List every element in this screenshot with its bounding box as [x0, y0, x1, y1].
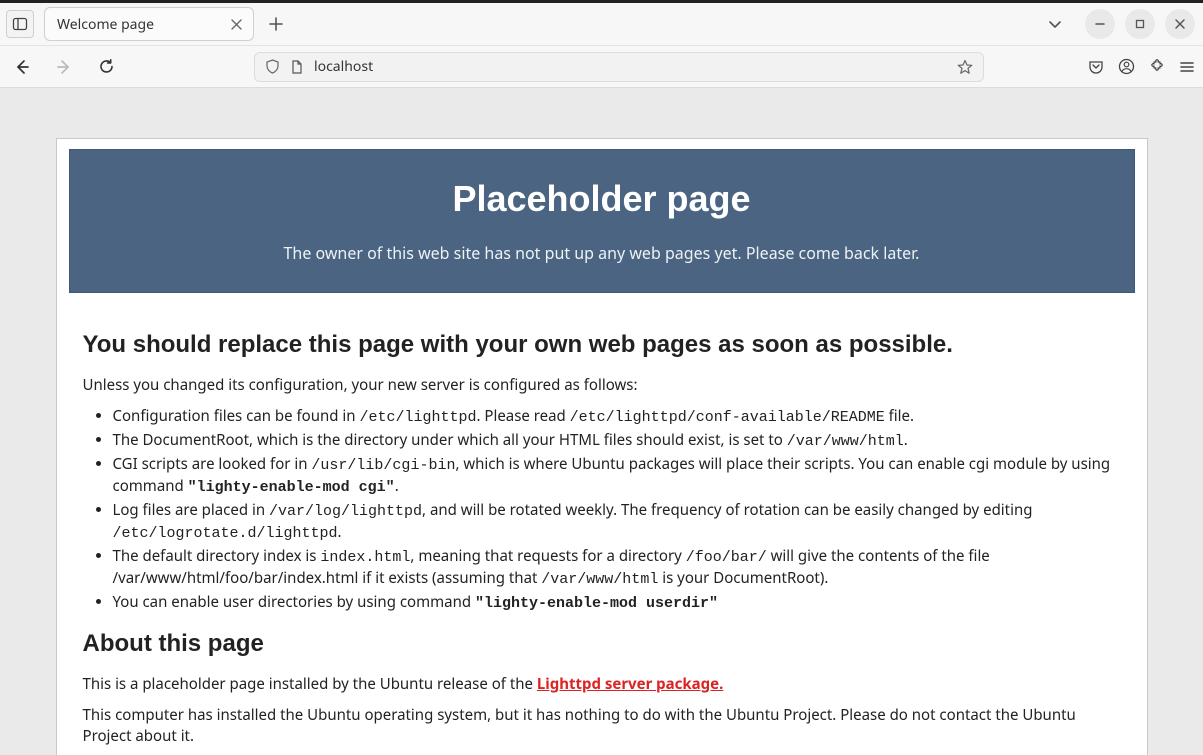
banner: Placeholder page The owner of this web s…	[69, 149, 1135, 293]
pocket-icon	[1088, 59, 1104, 75]
chevron-down-icon	[1048, 17, 1062, 31]
back-button[interactable]	[8, 53, 36, 81]
address-bar: localhost	[0, 46, 1203, 88]
minimize-icon	[1094, 18, 1106, 30]
plus-icon	[269, 17, 283, 31]
about-paragraph: This is a placeholder page installed by …	[83, 674, 1121, 695]
section-heading: About this page	[83, 630, 1121, 658]
lighttpd-link[interactable]: Lighttpd server package.	[537, 674, 723, 694]
url-text: localhost	[314, 57, 947, 76]
url-bar[interactable]: localhost	[254, 52, 984, 82]
window-close-button[interactable]	[1165, 9, 1195, 39]
maximize-icon	[1134, 18, 1146, 30]
tab-title: Welcome page	[57, 15, 154, 34]
app-menu-button[interactable]	[1179, 59, 1195, 75]
content: You should replace this page with your o…	[69, 293, 1135, 755]
hamburger-icon	[1179, 59, 1195, 75]
tab-close-button[interactable]	[227, 15, 245, 33]
arrow-right-icon	[55, 58, 73, 76]
extensions-icon	[1149, 59, 1165, 75]
bookmark-button[interactable]	[957, 59, 973, 75]
close-icon	[1174, 18, 1186, 30]
panel-icon	[12, 16, 28, 32]
about-paragraph: This computer has installed the Ubuntu o…	[83, 705, 1121, 747]
window-maximize-button[interactable]	[1125, 9, 1155, 39]
pocket-button[interactable]	[1088, 59, 1104, 75]
config-list: Configuration files can be found in /etc…	[113, 406, 1121, 614]
list-item: Configuration files can be found in /etc…	[113, 406, 1121, 428]
banner-title: Placeholder page	[90, 178, 1114, 220]
titlebar: Welcome page	[0, 0, 1203, 46]
section-heading: You should replace this page with your o…	[83, 331, 1121, 359]
firefox-view-button[interactable]	[6, 10, 34, 38]
page-icon	[290, 60, 304, 74]
account-button[interactable]	[1118, 58, 1135, 75]
list-item: Log files are placed in /var/log/lighttp…	[113, 500, 1121, 544]
arrow-left-icon	[13, 58, 31, 76]
forward-button[interactable]	[50, 53, 78, 81]
window-minimize-button[interactable]	[1085, 9, 1115, 39]
new-tab-button[interactable]	[262, 10, 290, 38]
list-item: The default directory index is index.htm…	[113, 546, 1121, 590]
close-icon	[231, 19, 242, 30]
tabs-dropdown-button[interactable]	[1041, 10, 1069, 38]
page-viewport[interactable]: Placeholder page The owner of this web s…	[0, 88, 1203, 755]
shield-icon	[265, 59, 280, 74]
star-icon	[957, 59, 973, 75]
reload-icon	[98, 58, 115, 75]
list-item: The DocumentRoot, which is the directory…	[113, 430, 1121, 452]
reload-button[interactable]	[92, 53, 120, 81]
list-item: CGI scripts are looked for in /usr/lib/c…	[113, 454, 1121, 498]
extensions-button[interactable]	[1149, 59, 1165, 75]
list-item: You can enable user directories by using…	[113, 592, 1121, 614]
browser-tab[interactable]: Welcome page	[44, 7, 254, 41]
page-body: Placeholder page The owner of this web s…	[56, 138, 1148, 755]
banner-subtitle: The owner of this web site has not put u…	[90, 242, 1114, 264]
intro-paragraph: Unless you changed its configuration, yo…	[83, 375, 1121, 396]
account-icon	[1118, 58, 1135, 75]
